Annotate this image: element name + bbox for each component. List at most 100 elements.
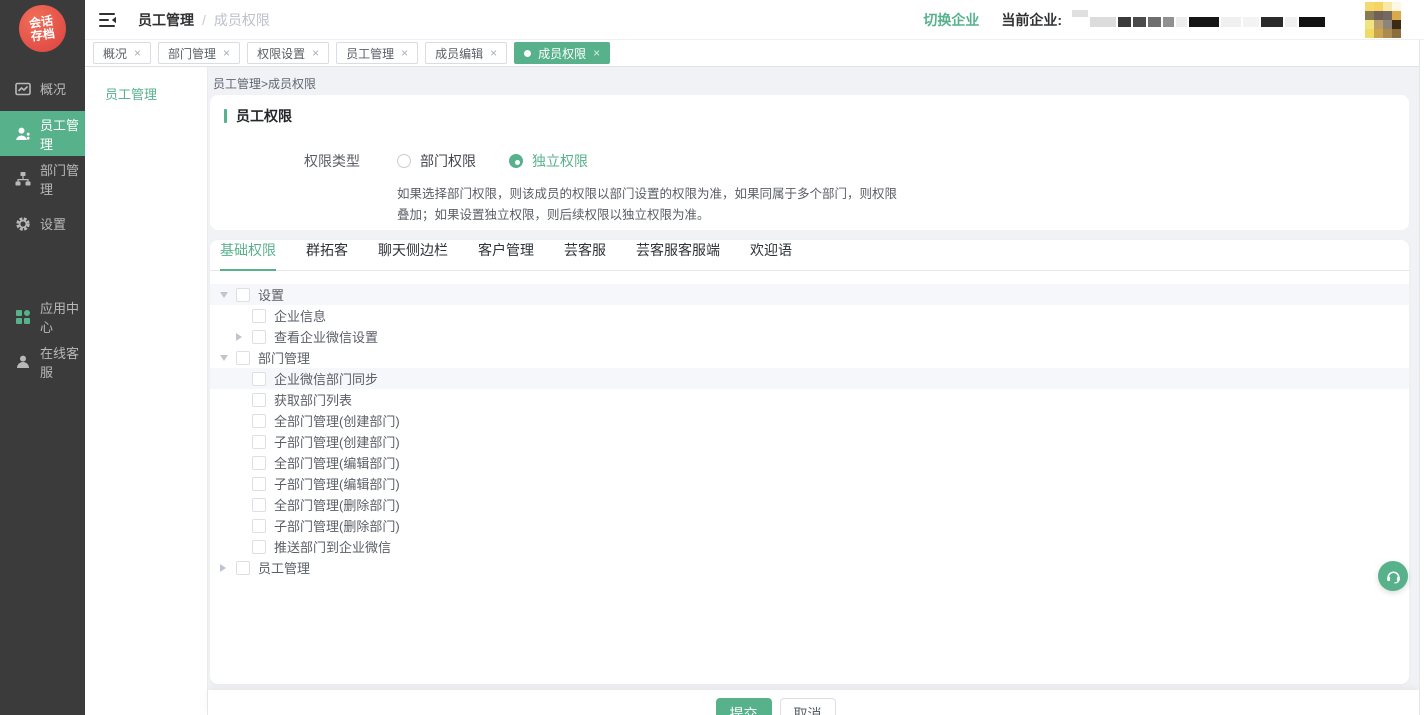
cancel-button[interactable]: 取消 (780, 698, 836, 715)
permission-tab[interactable]: 聊天侧边栏 (378, 240, 448, 271)
tree-row[interactable]: 企业微信部门同步 (210, 368, 1409, 389)
tree-checkbox[interactable] (252, 477, 266, 491)
tree-row[interactable]: 全部门管理(删除部门) (210, 494, 1409, 515)
permission-tab[interactable]: 芸客服 (564, 240, 606, 271)
tree-checkbox[interactable] (252, 456, 266, 470)
tree-row[interactable]: 部门管理 (210, 347, 1409, 368)
subnav-item-staff-management[interactable]: 员工管理 (85, 67, 207, 103)
permission-tree: 设置企业信息查看企业微信设置部门管理企业微信部门同步获取部门列表全部门管理(创建… (210, 284, 1409, 578)
close-icon[interactable]: × (134, 47, 141, 59)
open-tabs-bar: 概况× 部门管理× 权限设置× 员工管理× 成员编辑× 成员权限× (85, 40, 1419, 67)
tree-node-label: 子部门管理(删除部门) (274, 516, 400, 535)
permission-tab[interactable]: 客户管理 (478, 240, 534, 271)
open-tab-item[interactable]: 员工管理× (336, 42, 418, 64)
tree-row[interactable]: 获取部门列表 (210, 389, 1409, 410)
avatar[interactable] (1365, 2, 1401, 38)
tree-checkbox[interactable] (252, 519, 266, 533)
sidebar-item-service[interactable]: 在线客服 (0, 339, 85, 384)
tree-checkbox[interactable] (236, 351, 250, 365)
tree-row[interactable]: 全部门管理(创建部门) (210, 410, 1409, 431)
redaction-block (1261, 17, 1283, 27)
permission-tabs: 基础权限群拓客聊天侧边栏客户管理芸客服芸客服客服端欢迎语 (210, 240, 1409, 271)
tree-node-label: 企业微信部门同步 (274, 369, 378, 388)
avatar-pixel (1365, 29, 1374, 38)
radio-department-permission[interactable]: 部门权限 (397, 151, 476, 171)
open-tab-item[interactable]: 部门管理× (158, 42, 240, 64)
close-icon[interactable]: × (490, 47, 497, 59)
redaction-block (1163, 17, 1174, 27)
redaction-block (1299, 17, 1325, 27)
submit-button[interactable]: 提交 (716, 698, 772, 715)
open-tab-item[interactable]: 概况× (93, 42, 151, 64)
switch-company-link[interactable]: 切换企业 (923, 10, 979, 30)
breadcrumb-parent[interactable]: 员工管理 (138, 10, 194, 30)
redaction-block (1072, 10, 1088, 17)
tree-row[interactable]: 推送部门到企业微信 (210, 536, 1409, 557)
sidebar-item-label: 部门管理 (40, 160, 85, 198)
tree-checkbox[interactable] (252, 540, 266, 554)
tree-checkbox[interactable] (252, 435, 266, 449)
tree-row[interactable]: 子部门管理(编辑部门) (210, 473, 1409, 494)
tree-checkbox[interactable] (252, 393, 266, 407)
tree-checkbox[interactable] (252, 498, 266, 512)
close-icon[interactable]: × (593, 47, 600, 59)
tree-node-label: 全部门管理(删除部门) (274, 495, 400, 514)
close-icon[interactable]: × (223, 47, 230, 59)
radio-independent-permission[interactable]: 独立权限 (509, 151, 588, 171)
tree-node-label: 设置 (258, 285, 284, 304)
close-icon[interactable]: × (401, 47, 408, 59)
department-icon (15, 171, 31, 187)
caret-right-icon[interactable] (220, 564, 236, 572)
tree-checkbox[interactable] (236, 561, 250, 575)
sidebar-item-apps[interactable]: 应用中心 (0, 294, 85, 339)
radio-circle-icon[interactable] (397, 154, 411, 168)
section-accent-bar (224, 109, 227, 123)
tree-checkbox[interactable] (236, 288, 250, 302)
sidebar-item-overview[interactable]: 概况 (0, 66, 85, 111)
tree-row[interactable]: 子部门管理(创建部门) (210, 431, 1409, 452)
redaction-block (1176, 17, 1187, 27)
page-breadcrumb: 员工管理>成员权限 (208, 67, 1419, 95)
headset-icon (1385, 568, 1402, 585)
tree-row[interactable]: 设置 (210, 284, 1409, 305)
tree-checkbox[interactable] (252, 309, 266, 323)
tree-checkbox[interactable] (252, 330, 266, 344)
tree-row[interactable]: 查看企业微信设置 (210, 326, 1409, 347)
open-tab-item[interactable]: 成员编辑× (425, 42, 507, 64)
sidebar-item-department[interactable]: 部门管理 (0, 156, 85, 201)
tree-checkbox[interactable] (252, 414, 266, 428)
open-tab-item[interactable]: 权限设置× (247, 42, 329, 64)
tree-row[interactable]: 全部门管理(编辑部门) (210, 452, 1409, 473)
close-icon[interactable]: × (312, 47, 319, 59)
sidebar-item-staff[interactable]: 员工管理 (0, 111, 85, 156)
menu-fold-icon[interactable] (99, 13, 116, 27)
permission-tab-active[interactable]: 基础权限 (220, 240, 276, 271)
caret-down-icon[interactable] (220, 292, 236, 298)
vertical-scrollbar[interactable] (1419, 40, 1424, 715)
sidebar-item-label: 员工管理 (40, 115, 85, 153)
permission-tab[interactable]: 群拓客 (306, 240, 348, 271)
tree-node-label: 部门管理 (258, 348, 310, 367)
sidebar-item-settings[interactable]: 设置 (0, 201, 85, 246)
redaction-block (1090, 17, 1116, 27)
redaction-block (1221, 17, 1241, 27)
sidebar-nav: 概况员工管理部门管理设置应用中心在线客服 (0, 66, 85, 384)
tree-checkbox[interactable] (252, 372, 266, 386)
permission-tab[interactable]: 欢迎语 (750, 240, 792, 271)
tree-node-label: 全部门管理(编辑部门) (274, 453, 400, 472)
radio-circle-icon[interactable] (509, 154, 523, 168)
avatar-pixel (1365, 2, 1374, 11)
tree-row[interactable]: 子部门管理(删除部门) (210, 515, 1409, 536)
permission-hint-line1: 如果选择部门权限，则该成员的权限以部门设置的权限为准，如果同属于多个部门，则权限 (397, 184, 1409, 205)
permission-tab[interactable]: 芸客服客服端 (636, 240, 720, 271)
tree-row[interactable]: 企业信息 (210, 305, 1409, 326)
caret-right-icon[interactable] (236, 333, 252, 341)
tree-node-label: 员工管理 (258, 558, 310, 577)
customer-service-button[interactable] (1378, 561, 1408, 591)
main-content: 员工管理>成员权限 员工权限 权限类型 部门权限独立权限 如果选择部门权限，则该… (208, 67, 1419, 715)
avatar-pixel (1392, 2, 1401, 11)
open-tab-active[interactable]: 成员权限× (514, 42, 610, 64)
redaction-block (1189, 17, 1219, 27)
tree-row[interactable]: 员工管理 (210, 557, 1409, 578)
caret-down-icon[interactable] (220, 355, 236, 361)
